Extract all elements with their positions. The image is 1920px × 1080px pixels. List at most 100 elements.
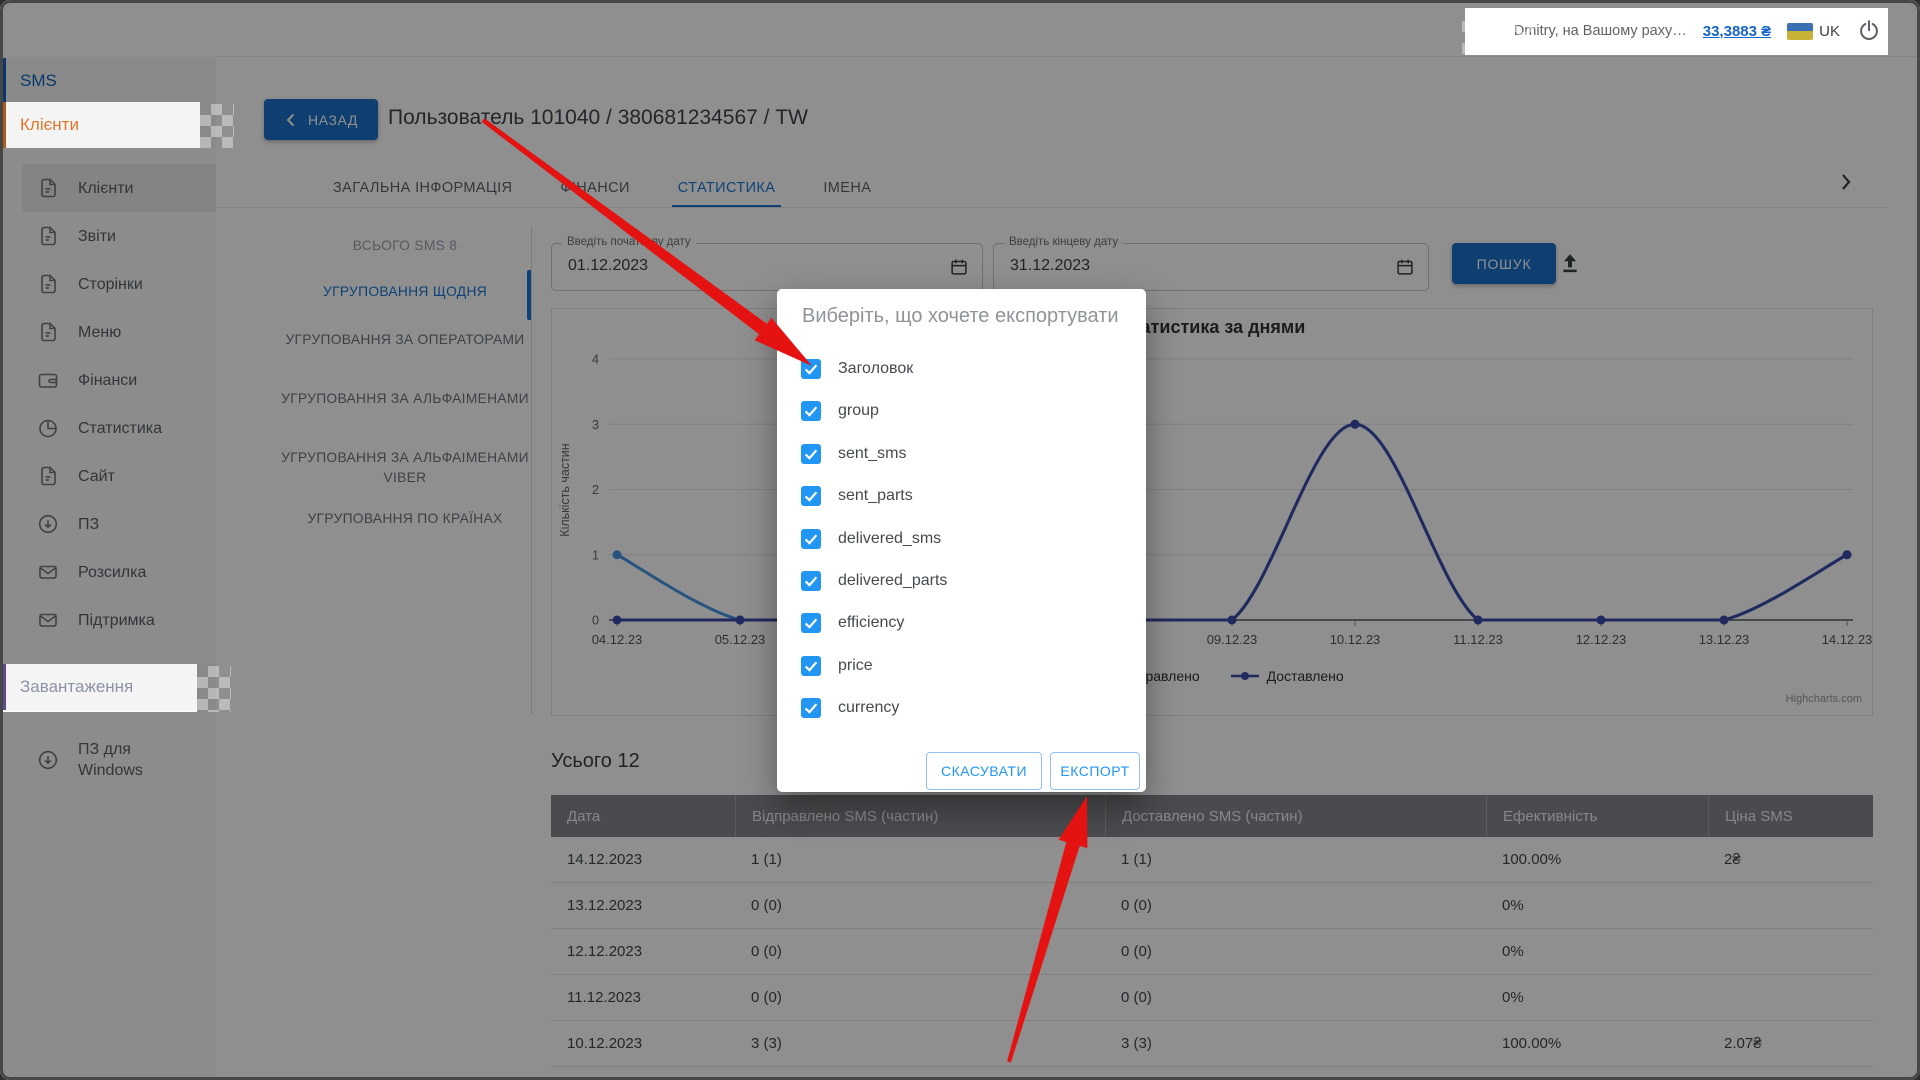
- document-icon: [36, 320, 60, 344]
- language-selector[interactable]: UK: [1787, 23, 1840, 40]
- search-button-label: ПОШУК: [1477, 256, 1532, 272]
- export-option-sent_sms: sent_sms: [801, 438, 906, 470]
- subnav-grouping-by-countries[interactable]: УГРУПОВАННЯ ПО КРАЇНАХ: [280, 509, 530, 529]
- svg-text:4: 4: [592, 353, 599, 367]
- checkbox-title[interactable]: [801, 359, 821, 379]
- sidebar-item-statistics[interactable]: Статистика: [22, 404, 216, 452]
- export-option-price: price: [801, 650, 873, 682]
- sidebar-item-label: Меню: [78, 322, 121, 343]
- table-header-row: ДатаВідправлено SMS (частин)Доставлено S…: [551, 795, 1873, 837]
- balance-link[interactable]: 33,3883 ₴: [1703, 23, 1771, 40]
- sidebar-section-clients[interactable]: Клієнти: [0, 102, 216, 148]
- subnav-grouping-by-alphanames[interactable]: УГРУПОВАННЯ ЗА АЛЬФАІМЕНАМИ: [280, 389, 530, 409]
- search-button[interactable]: ПОШУК: [1452, 243, 1556, 284]
- table-row: 10.12.20233 (3)3 (3)100.00%2.07₴: [551, 1021, 1873, 1067]
- table-header-cell: Відправлено SMS (частин): [735, 795, 1105, 837]
- table-cell: 3 (3): [1105, 1021, 1486, 1066]
- table-header-cell: Ефективність: [1486, 795, 1708, 837]
- chart-credit: Highcharts.com: [1640, 693, 1862, 705]
- svg-text:1: 1: [592, 548, 599, 562]
- tabs-scroll-right[interactable]: [1838, 172, 1854, 192]
- tab-names[interactable]: ІМЕНА: [817, 170, 877, 208]
- export-upload-button[interactable]: [1556, 248, 1584, 276]
- cancel-button[interactable]: СКАСУВАТИ: [926, 752, 1042, 790]
- document-icon: [36, 464, 60, 488]
- sidebar-item-clients[interactable]: Клієнти: [22, 164, 216, 212]
- chevron-right-icon: [1838, 172, 1854, 192]
- export-option-label: efficiency: [838, 614, 904, 632]
- subnav-grouping-by-operators[interactable]: УГРУПОВАННЯ ЗА ОПЕРАТОРАМИ: [280, 330, 530, 350]
- table-cell: 1 (1): [1105, 837, 1486, 882]
- checkbox-currency[interactable]: [801, 698, 821, 718]
- end-date-value[interactable]: 31.12.2023: [1010, 257, 1090, 275]
- sidebar-item-label: Розсилка: [78, 562, 146, 583]
- calendar-icon[interactable]: [948, 256, 970, 278]
- tab-statistics[interactable]: СТАТИСТИКА: [672, 170, 782, 208]
- table-cell: 0 (0): [1105, 975, 1486, 1020]
- power-icon: [1856, 18, 1882, 44]
- end-date-field[interactable]: Введіть кінцеву дату 31.12.2023: [993, 243, 1429, 291]
- sidebar-item-menu[interactable]: Меню: [22, 308, 216, 356]
- download-icon: [36, 748, 60, 772]
- logout-power-button[interactable]: [1856, 18, 1882, 44]
- sidebar-item-software-for-windows[interactable]: ПЗ для Windows: [22, 728, 216, 792]
- start-date-field[interactable]: Введіть початкову дату 01.12.2023: [551, 243, 983, 291]
- table-cell: 0 (0): [735, 929, 1105, 974]
- sms-section-bar: [0, 58, 6, 104]
- table-cell: 0%: [1486, 975, 1708, 1020]
- downloads-section-bar: [0, 664, 6, 710]
- table-header-cell: Доставлено SMS (частин): [1105, 795, 1486, 837]
- tab-general-info[interactable]: ЗАГАЛЬНА ІНФОРМАЦІЯ: [327, 170, 518, 208]
- pie-icon: [36, 416, 60, 440]
- sidebar-item-finances[interactable]: Фінанси: [22, 356, 216, 404]
- sms-section-label: SMS: [20, 71, 57, 91]
- table-cell: 11.12.2023: [551, 975, 735, 1020]
- export-option-sent_parts: sent_parts: [801, 480, 913, 512]
- sidebar-item-support[interactable]: Підтримка: [22, 596, 216, 644]
- daily-statistics-chart: 01234Кількість частин04.12.2305.12.2306.…: [551, 308, 1873, 716]
- table-cell: 14.12.2023: [551, 837, 735, 882]
- sidebar-item-label: ПЗ для Windows: [78, 739, 188, 781]
- sidebar-item-label: Фінанси: [78, 370, 137, 391]
- sidebar-item-reports[interactable]: Звіти: [22, 212, 216, 260]
- checkbox-delivered_sms[interactable]: [801, 529, 821, 549]
- export-option-label: price: [838, 657, 873, 675]
- checkbox-sent_parts[interactable]: [801, 486, 821, 506]
- export-button[interactable]: ЕКСПОРТ: [1050, 752, 1140, 790]
- checkbox-efficiency[interactable]: [801, 613, 821, 633]
- subnav-grouping-daily[interactable]: УГРУПОВАННЯ ЩОДНЯ: [280, 282, 530, 302]
- downloads-section-label: Завантаження: [20, 677, 133, 697]
- user-balance-label: Dmitry, на Вашому раху…: [1514, 23, 1687, 39]
- checkbox-delivered_parts[interactable]: [801, 571, 821, 591]
- checkmark-icon: [802, 699, 820, 717]
- start-date-value[interactable]: 01.12.2023: [568, 257, 648, 275]
- sidebar-section-sms[interactable]: SMS: [0, 58, 216, 104]
- checkbox-price[interactable]: [801, 656, 821, 676]
- svg-text:14.12.23: 14.12.23: [1822, 632, 1873, 647]
- table-cell: 100.00%: [1486, 837, 1708, 882]
- checkmark-icon: [802, 614, 820, 632]
- back-button[interactable]: НАЗАД: [264, 99, 378, 140]
- sidebar-section-downloads[interactable]: Завантаження: [0, 664, 216, 710]
- tab-finances[interactable]: ФІНАНСИ: [554, 170, 635, 208]
- table-row: 13.12.20230 (0)0 (0)0%: [551, 883, 1873, 929]
- wallet-icon: [36, 368, 60, 392]
- sidebar-item-site[interactable]: Сайт: [22, 452, 216, 500]
- chart-legend: ВідправленоДоставлено: [551, 668, 1873, 684]
- checkbox-sent_sms[interactable]: [801, 444, 821, 464]
- calendar-icon[interactable]: [1394, 256, 1416, 278]
- table-cell: 1 (1): [735, 837, 1105, 882]
- subnav-grouping-by-alphanames-viber[interactable]: УГРУПОВАННЯ ЗА АЛЬФАІМЕНАМИ VIBER: [280, 448, 530, 488]
- table-cell: 100.00%: [1486, 1021, 1708, 1066]
- svg-text:10.12.23: 10.12.23: [1330, 632, 1381, 647]
- sidebar-item-pages[interactable]: Сторінки: [22, 260, 216, 308]
- export-option-group: group: [801, 395, 879, 427]
- sidebar-item-software[interactable]: ПЗ: [22, 500, 216, 548]
- legend-item-delivered[interactable]: Доставлено: [1230, 668, 1344, 684]
- sidebar-item-mailing[interactable]: Розсилка: [22, 548, 216, 596]
- table-row: 12.12.20230 (0)0 (0)0%: [551, 929, 1873, 975]
- language-label: UK: [1819, 23, 1840, 40]
- table-header-cell: Дата: [551, 795, 735, 837]
- sidebar-item-label: Сайт: [78, 466, 115, 487]
- checkbox-group[interactable]: [801, 401, 821, 421]
